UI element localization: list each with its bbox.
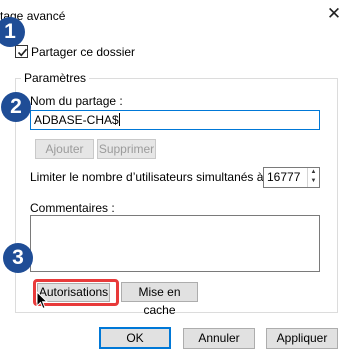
share-folder-label: Partager ce dossier	[31, 45, 136, 59]
apply-button[interactable]: Appliquer	[266, 328, 338, 349]
user-limit-spinbox[interactable]: 16777 ▲ ▼	[263, 167, 320, 188]
remove-button[interactable]: Supprimer	[97, 139, 156, 159]
close-icon[interactable]: ✕	[321, 3, 347, 25]
share-name-input[interactable]: ADBASE-CHA$	[30, 110, 320, 130]
mouse-cursor-icon	[36, 291, 48, 310]
add-button[interactable]: Ajouter	[35, 139, 94, 159]
share-name-value: ADBASE-CHA$	[34, 113, 119, 127]
step-2-badge: 2	[1, 92, 31, 122]
spin-up-icon[interactable]: ▲	[308, 168, 319, 177]
settings-group-legend: Paramètres	[21, 71, 90, 85]
step-1-badge: 1	[0, 17, 25, 47]
user-limit-label: Limiter le nombre d’utilisateurs simulta…	[30, 170, 271, 184]
user-limit-value: 16777	[267, 170, 301, 184]
cancel-button[interactable]: Annuler	[183, 328, 255, 349]
spin-down-icon[interactable]: ▼	[308, 177, 319, 186]
caching-button[interactable]: Mise en cache	[121, 282, 198, 317]
comments-label: Commentaires :	[30, 201, 115, 215]
spin-buttons: ▲ ▼	[307, 168, 319, 187]
share-folder-checkbox[interactable]	[15, 45, 28, 58]
step-3-badge: 3	[3, 243, 33, 273]
ok-button[interactable]: OK	[99, 327, 171, 349]
text-caret	[118, 113, 120, 126]
comments-textarea[interactable]	[30, 215, 320, 272]
checkmark-icon	[17, 48, 28, 57]
share-name-label: Nom du partage :	[30, 94, 123, 108]
